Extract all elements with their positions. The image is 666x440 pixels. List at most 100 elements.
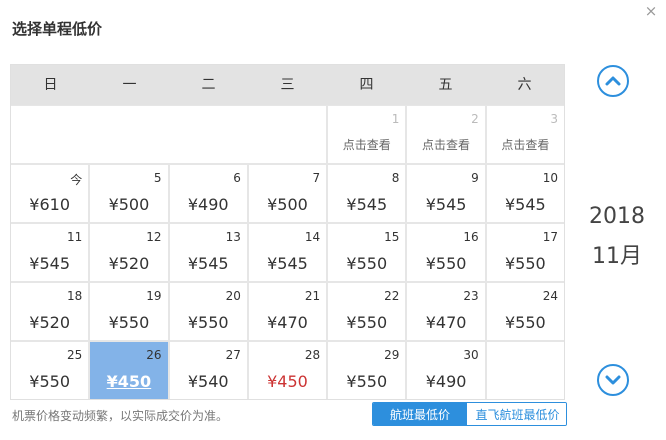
day-cell[interactable]: 22 ¥550 <box>328 283 406 340</box>
day-number: 15 <box>384 230 400 244</box>
price-label: ¥520 <box>108 254 150 273</box>
price-label: ¥550 <box>346 372 388 391</box>
day-number: 5 <box>153 171 162 185</box>
day-number: 9 <box>471 171 479 185</box>
day-cell[interactable]: 30 ¥490 <box>407 342 485 399</box>
price-label: ¥550 <box>346 254 388 273</box>
day-cell[interactable]: 今 ¥610 <box>11 165 89 222</box>
price-label: ¥490 <box>425 372 467 391</box>
day-number: 3 <box>550 112 558 126</box>
tab-lowest-flight[interactable]: 航班最低价 <box>373 403 469 425</box>
price-label: ¥550 <box>187 313 229 332</box>
price-label: ¥550 <box>504 313 546 332</box>
price-label: ¥545 <box>425 195 467 214</box>
day-number: 11 <box>67 230 83 244</box>
day-number: 23 <box>463 289 479 303</box>
day-number: 20 <box>225 289 241 303</box>
day-number: 10 <box>542 171 558 185</box>
price-label: ¥550 <box>346 313 388 332</box>
day-number: 8 <box>391 171 400 185</box>
view-link[interactable]: 点击查看 <box>487 136 564 153</box>
day-cell[interactable]: 5 ¥500 <box>90 165 168 222</box>
price-label: ¥545 <box>267 254 308 273</box>
price-label: ¥450 <box>267 372 308 391</box>
price-label: ¥500 <box>108 195 150 214</box>
price-label: ¥520 <box>29 313 70 332</box>
prev-month-button[interactable] <box>597 65 629 97</box>
day-cell[interactable]: 24 ¥550 <box>486 283 564 340</box>
day-number: 7 <box>312 171 321 185</box>
day-cell[interactable]: 26 ¥450 <box>90 342 168 399</box>
weekday-wed: 三 <box>280 77 295 93</box>
day-number: 13 <box>225 230 241 244</box>
day-number: 18 <box>67 289 83 303</box>
day-cell[interactable]: 1 点击查看 <box>328 106 406 163</box>
day-number: 14 <box>304 230 321 244</box>
day-cell[interactable]: 11 ¥545 <box>11 224 89 281</box>
price-label: ¥540 <box>187 372 229 391</box>
year-label: 2018 <box>589 204 645 229</box>
weekday-header: 日 一 二 三 四 五 六 <box>11 65 564 105</box>
weekday-tue: 二 <box>201 77 216 93</box>
price-label: ¥550 <box>425 254 467 273</box>
price-label[interactable]: ¥450 <box>90 372 167 391</box>
day-cell[interactable]: 27 ¥540 <box>169 342 247 399</box>
day-number: 30 <box>463 348 479 362</box>
day-number: 12 <box>146 230 162 244</box>
price-calendar-dialog: 选择单程低价 × 日 一 二 三 四 五 六 1 点击查看 2 点击查看 3 点… <box>0 0 666 440</box>
price-label: ¥550 <box>29 372 70 391</box>
month-label: 11月 <box>592 244 642 269</box>
day-cell[interactable]: 9 ¥545 <box>407 165 485 222</box>
empty-cells <box>11 106 327 163</box>
day-cell[interactable]: 2 点击查看 <box>407 106 485 163</box>
day-cell[interactable]: 3 点击查看 <box>486 106 564 163</box>
day-number: 21 <box>304 289 321 303</box>
day-cell[interactable]: 17 ¥550 <box>486 224 564 281</box>
view-link[interactable]: 点击查看 <box>328 136 405 153</box>
tab-lowest-direct-flight[interactable]: 直飞航班最低价 <box>469 403 566 425</box>
day-cell[interactable]: 10 ¥545 <box>486 165 564 222</box>
day-cell[interactable]: 15 ¥550 <box>328 224 406 281</box>
price-label: ¥470 <box>425 313 467 332</box>
price-label: ¥500 <box>267 195 308 214</box>
weekday-thu: 四 <box>359 77 374 93</box>
day-number: 29 <box>384 348 400 362</box>
weekday-sat: 六 <box>517 77 532 93</box>
day-cell[interactable]: 20 ¥550 <box>169 283 247 340</box>
day-number: 22 <box>384 289 400 303</box>
weekday-fri: 五 <box>438 77 453 93</box>
day-cell[interactable]: 7 ¥500 <box>248 165 327 222</box>
price-label: ¥545 <box>187 254 229 273</box>
day-number: 28 <box>304 348 321 362</box>
day-number: 24 <box>542 289 558 303</box>
day-cell[interactable]: 12 ¥520 <box>90 224 168 281</box>
next-month-button[interactable] <box>597 364 629 396</box>
calendar-grid: 1 点击查看 2 点击查看 3 点击查看 今 ¥610 5 ¥500 6 ¥490 7 ¥50… <box>11 105 564 399</box>
day-cell[interactable]: 23 ¥470 <box>407 283 485 340</box>
day-cell[interactable]: 28 ¥450 <box>248 342 327 399</box>
day-number: 27 <box>225 348 241 362</box>
day-number: 6 <box>233 171 241 185</box>
weekday-sun: 日 <box>43 77 58 93</box>
day-number: 今 <box>70 173 83 187</box>
day-number: 19 <box>146 289 162 303</box>
close-icon[interactable]: × <box>644 3 658 19</box>
day-cell[interactable]: 29 ¥550 <box>328 342 406 399</box>
day-cell[interactable]: 21 ¥470 <box>248 283 327 340</box>
chevron-up-icon <box>605 76 621 86</box>
day-cell[interactable]: 18 ¥520 <box>11 283 89 340</box>
day-cell[interactable]: 19 ¥550 <box>90 283 168 340</box>
day-cell[interactable]: 8 ¥545 <box>328 165 406 222</box>
day-cell[interactable]: 16 ¥550 <box>407 224 485 281</box>
day-number: 16 <box>463 230 479 244</box>
day-cell[interactable]: 25 ¥550 <box>11 342 89 399</box>
weekday-mon: 一 <box>122 77 137 93</box>
day-cell[interactable]: 14 ¥545 <box>248 224 327 281</box>
day-number: 26 <box>146 348 162 362</box>
dialog-title: 选择单程低价 <box>12 20 103 38</box>
view-link[interactable]: 点击查看 <box>407 136 484 153</box>
price-label: ¥545 <box>504 195 546 214</box>
day-cell[interactable]: 6 ¥490 <box>169 165 247 222</box>
chevron-down-icon <box>605 375 621 385</box>
day-cell[interactable]: 13 ¥545 <box>169 224 247 281</box>
